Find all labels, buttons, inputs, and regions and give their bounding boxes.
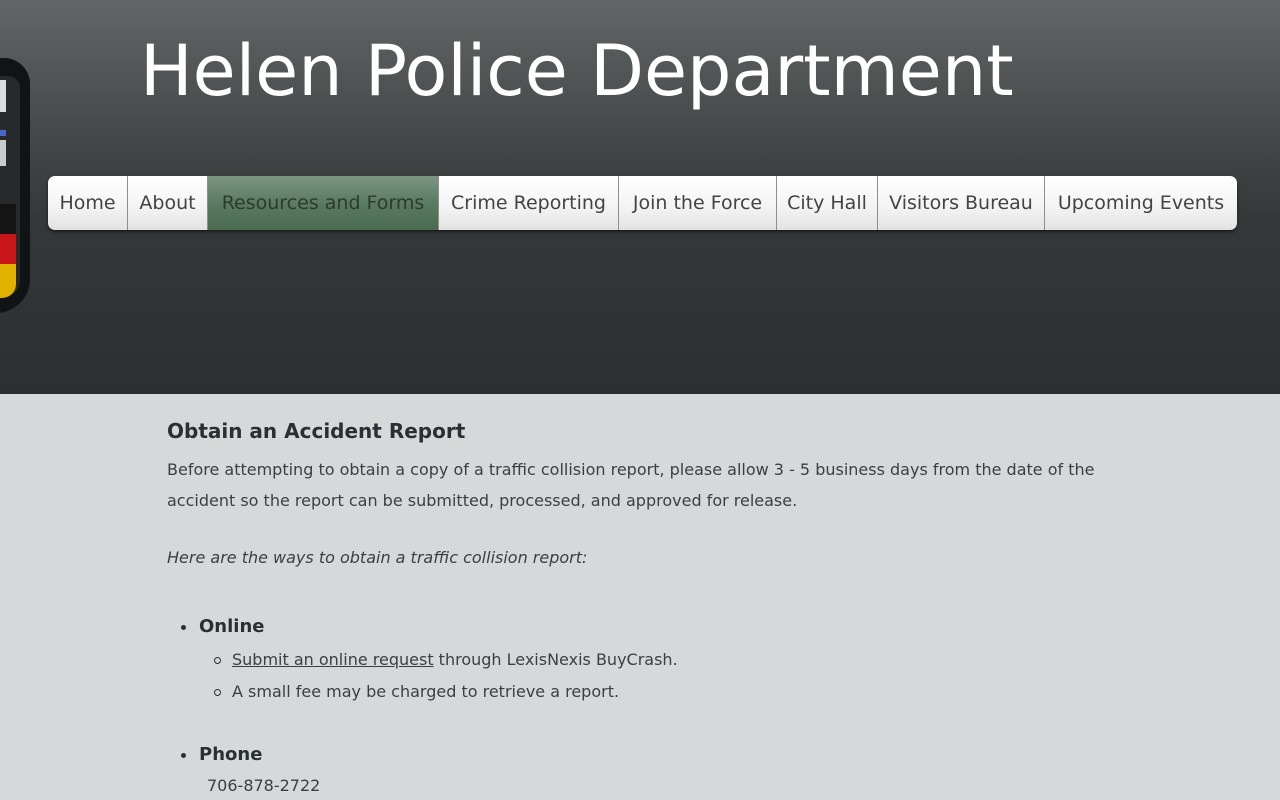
nav-item-home[interactable]: Home bbox=[48, 176, 128, 230]
bullet-icon bbox=[181, 625, 186, 630]
section-heading: Obtain an Accident Report bbox=[167, 419, 466, 443]
list-item-fee-note: A small fee may be charged to retrieve a… bbox=[214, 682, 620, 701]
bullet-icon bbox=[181, 753, 186, 758]
nav-item-visitors-bureau[interactable]: Visitors Bureau bbox=[878, 176, 1045, 230]
nav-item-join-the-force[interactable]: Join the Force bbox=[619, 176, 777, 230]
nav-item-upcoming-events[interactable]: Upcoming Events bbox=[1045, 176, 1237, 230]
ways-intro: Here are the ways to obtain a traffic co… bbox=[167, 548, 588, 567]
nav-item-resources-and-forms[interactable]: Resources and Forms bbox=[208, 176, 439, 230]
online-request-link[interactable]: Submit an online request bbox=[232, 650, 434, 669]
circle-bullet-icon bbox=[214, 689, 221, 696]
police-badge-icon bbox=[0, 58, 30, 313]
phone-number: 706-878-2722 bbox=[207, 776, 321, 795]
nav-item-about[interactable]: About bbox=[128, 176, 208, 230]
main-nav: Home About Resources and Forms Crime Rep… bbox=[48, 176, 1237, 230]
fee-note: A small fee may be charged to retrieve a… bbox=[232, 682, 620, 701]
intro-text: Before attempting to obtain a copy of a … bbox=[167, 460, 1095, 510]
method-title: Phone bbox=[199, 744, 263, 765]
site-title: Helen Police Department bbox=[140, 30, 1014, 112]
nav-item-city-hall[interactable]: City Hall bbox=[777, 176, 878, 230]
site-header: Helen Police Department Home About Resou… bbox=[0, 0, 1280, 394]
method-title: Online bbox=[199, 616, 265, 637]
online-request-suffix: through LexisNexis BuyCrash. bbox=[433, 650, 678, 669]
circle-bullet-icon bbox=[214, 657, 221, 664]
list-item-online-request: Submit an online request through LexisNe… bbox=[214, 650, 678, 669]
nav-item-crime-reporting[interactable]: Crime Reporting bbox=[439, 176, 619, 230]
